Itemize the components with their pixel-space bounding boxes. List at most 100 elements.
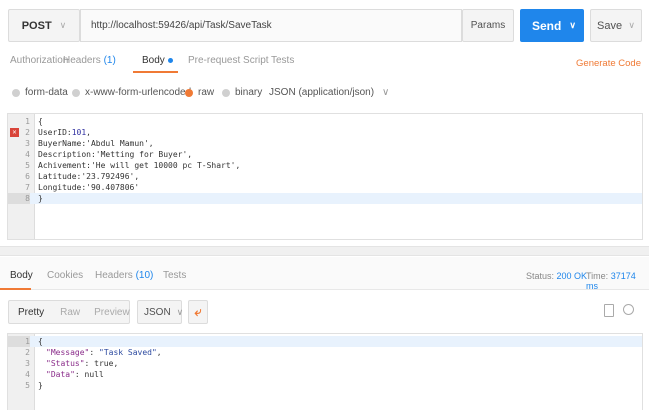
- code-key: UserID:: [38, 128, 72, 137]
- view-pretty-button[interactable]: Pretty: [9, 307, 53, 318]
- code-line: 5 Achivement:'He will get 10000 pc T-Shar…: [8, 160, 642, 171]
- line-number: 4: [25, 370, 30, 379]
- code-text: Description:'Metting for Buyer',: [38, 150, 193, 159]
- tab-label: Body: [142, 55, 165, 66]
- line-number: 3: [25, 359, 30, 368]
- request-body-editor[interactable]: 1{ ✕ 2 UserID:101, 3 BuyerName:'Abdul Mamun…: [7, 113, 643, 240]
- code-punct: ,: [156, 348, 162, 357]
- send-button[interactable]: Send ∨: [520, 9, 584, 42]
- content-type-select[interactable]: JSON (application/json) ∨: [269, 87, 389, 98]
- chevron-down-icon: ∨: [59, 20, 67, 30]
- code-text: {: [38, 117, 43, 126]
- url-input[interactable]: http://localhost:59426/api/Task/SaveTask: [80, 9, 462, 42]
- tab-headers[interactable]: Headers (1): [63, 55, 116, 66]
- line-number: 2: [25, 128, 30, 137]
- copy-icon[interactable]: [604, 304, 614, 317]
- tab-body[interactable]: Body: [142, 55, 173, 66]
- wrap-lines-icon[interactable]: ⤶: [188, 300, 208, 324]
- json-key: "Message": [46, 348, 90, 357]
- radio-urlencoded[interactable]: x-www-form-urlencoded: [72, 87, 191, 98]
- radio-label: form-data: [25, 87, 68, 98]
- content-type-label: JSON (application/json): [269, 87, 375, 98]
- save-button[interactable]: Save ∨: [590, 9, 642, 42]
- radio-icon: [72, 88, 80, 97]
- view-mode-group: Pretty Raw Preview: [8, 300, 130, 324]
- format-select[interactable]: JSON ∨: [137, 300, 184, 324]
- chevron-down-icon: ∨: [382, 87, 390, 98]
- view-raw-button[interactable]: Raw: [53, 307, 87, 318]
- headers-count: (10): [135, 270, 154, 281]
- code-line: 3 "Status": true,: [8, 358, 642, 369]
- code-text: Longitude:'90.407806': [38, 183, 140, 192]
- view-preview-button[interactable]: Preview: [87, 307, 137, 318]
- code-line: ✕ 2 UserID:101,: [8, 127, 642, 138]
- code-punct: ,: [86, 128, 91, 137]
- line-number: 6: [25, 172, 30, 181]
- json-value: true: [94, 359, 114, 368]
- code-text: "Message": "Task Saved",: [46, 347, 162, 358]
- tab-response-body[interactable]: Body: [10, 270, 33, 281]
- line-number: 2: [25, 348, 30, 357]
- tab-authorization[interactable]: Authorization: [10, 55, 68, 66]
- method-label: POST: [21, 19, 52, 32]
- code-line: 2 "Message": "Task Saved",: [8, 347, 642, 358]
- tab-response-headers[interactable]: Headers (10): [95, 270, 153, 281]
- code-text: {: [38, 337, 43, 346]
- format-label: JSON: [144, 306, 171, 318]
- response-body-viewer[interactable]: 1 { 2 "Message": "Task Saved", 3 "Status": …: [7, 333, 643, 410]
- search-icon[interactable]: [623, 304, 634, 315]
- radio-label: raw: [198, 87, 215, 98]
- chevron-down-icon[interactable]: ∨: [569, 20, 576, 31]
- tab-label: Headers: [95, 270, 133, 281]
- chevron-down-icon: ∨: [176, 306, 184, 317]
- code-line: 4 "Data": null: [8, 369, 642, 380]
- radio-icon: [222, 88, 230, 97]
- code-line: 7 Longitude:'90.407806': [8, 182, 642, 193]
- line-number: 5: [25, 381, 30, 390]
- code-punct: :: [74, 370, 85, 379]
- radio-binary[interactable]: binary: [222, 87, 262, 98]
- radio-icon: [185, 88, 193, 97]
- code-text: "Status": true,: [46, 358, 118, 369]
- active-tab-underline: [133, 71, 178, 73]
- pane-divider[interactable]: [0, 246, 649, 256]
- params-button[interactable]: Params: [462, 9, 514, 42]
- code-text: Achivement:'He will get 10000 pc T-Shart…: [38, 161, 241, 170]
- code-text: BuyerName:'Abdul Mamun',: [38, 139, 154, 148]
- url-text: http://localhost:59426/api/Task/SaveTask: [91, 20, 272, 31]
- tab-pre-request-script[interactable]: Pre-request Script: [188, 55, 269, 66]
- radio-form-data[interactable]: form-data: [12, 87, 68, 98]
- code-line: 6 Latitude:'23.792496',: [8, 171, 642, 182]
- code-line-active: 8}: [8, 193, 642, 204]
- tab-response-tests[interactable]: Tests: [163, 270, 186, 281]
- tab-tests[interactable]: Tests: [271, 55, 294, 66]
- radio-label: binary: [235, 87, 263, 98]
- time-label: Time:: [586, 271, 609, 281]
- line-number: 1: [25, 117, 30, 126]
- send-label: Send: [532, 18, 562, 33]
- code-text: UserID:101,: [38, 127, 91, 138]
- radio-raw[interactable]: raw: [185, 87, 214, 98]
- status-label: Status:: [526, 271, 555, 281]
- radio-icon: [12, 88, 20, 97]
- active-tab-underline: [0, 288, 31, 290]
- json-key: "Data": [46, 370, 75, 379]
- code-line: 5}: [8, 380, 642, 391]
- chevron-down-icon[interactable]: ∨: [628, 20, 635, 31]
- code-text: "Data": null: [46, 369, 104, 380]
- line-number: 4: [25, 150, 30, 159]
- generate-code-link[interactable]: Generate Code: [576, 58, 641, 69]
- code-line: 4 Description:'Metting for Buyer',: [8, 149, 642, 160]
- modified-dot-icon: [167, 57, 173, 63]
- code-text: }: [38, 194, 43, 203]
- method-select[interactable]: POST ∨: [8, 9, 80, 42]
- status-readout: Status: 200 OK: [526, 271, 587, 281]
- json-key: "Status": [46, 359, 85, 368]
- line-number: 1: [8, 336, 30, 347]
- tab-label: Headers: [63, 55, 101, 66]
- line-number: 5: [25, 161, 30, 170]
- time-readout: Time: 37174 ms: [586, 271, 649, 291]
- line-number: 7: [25, 183, 30, 192]
- json-value: "Task Saved": [99, 348, 157, 357]
- tab-cookies[interactable]: Cookies: [47, 270, 83, 281]
